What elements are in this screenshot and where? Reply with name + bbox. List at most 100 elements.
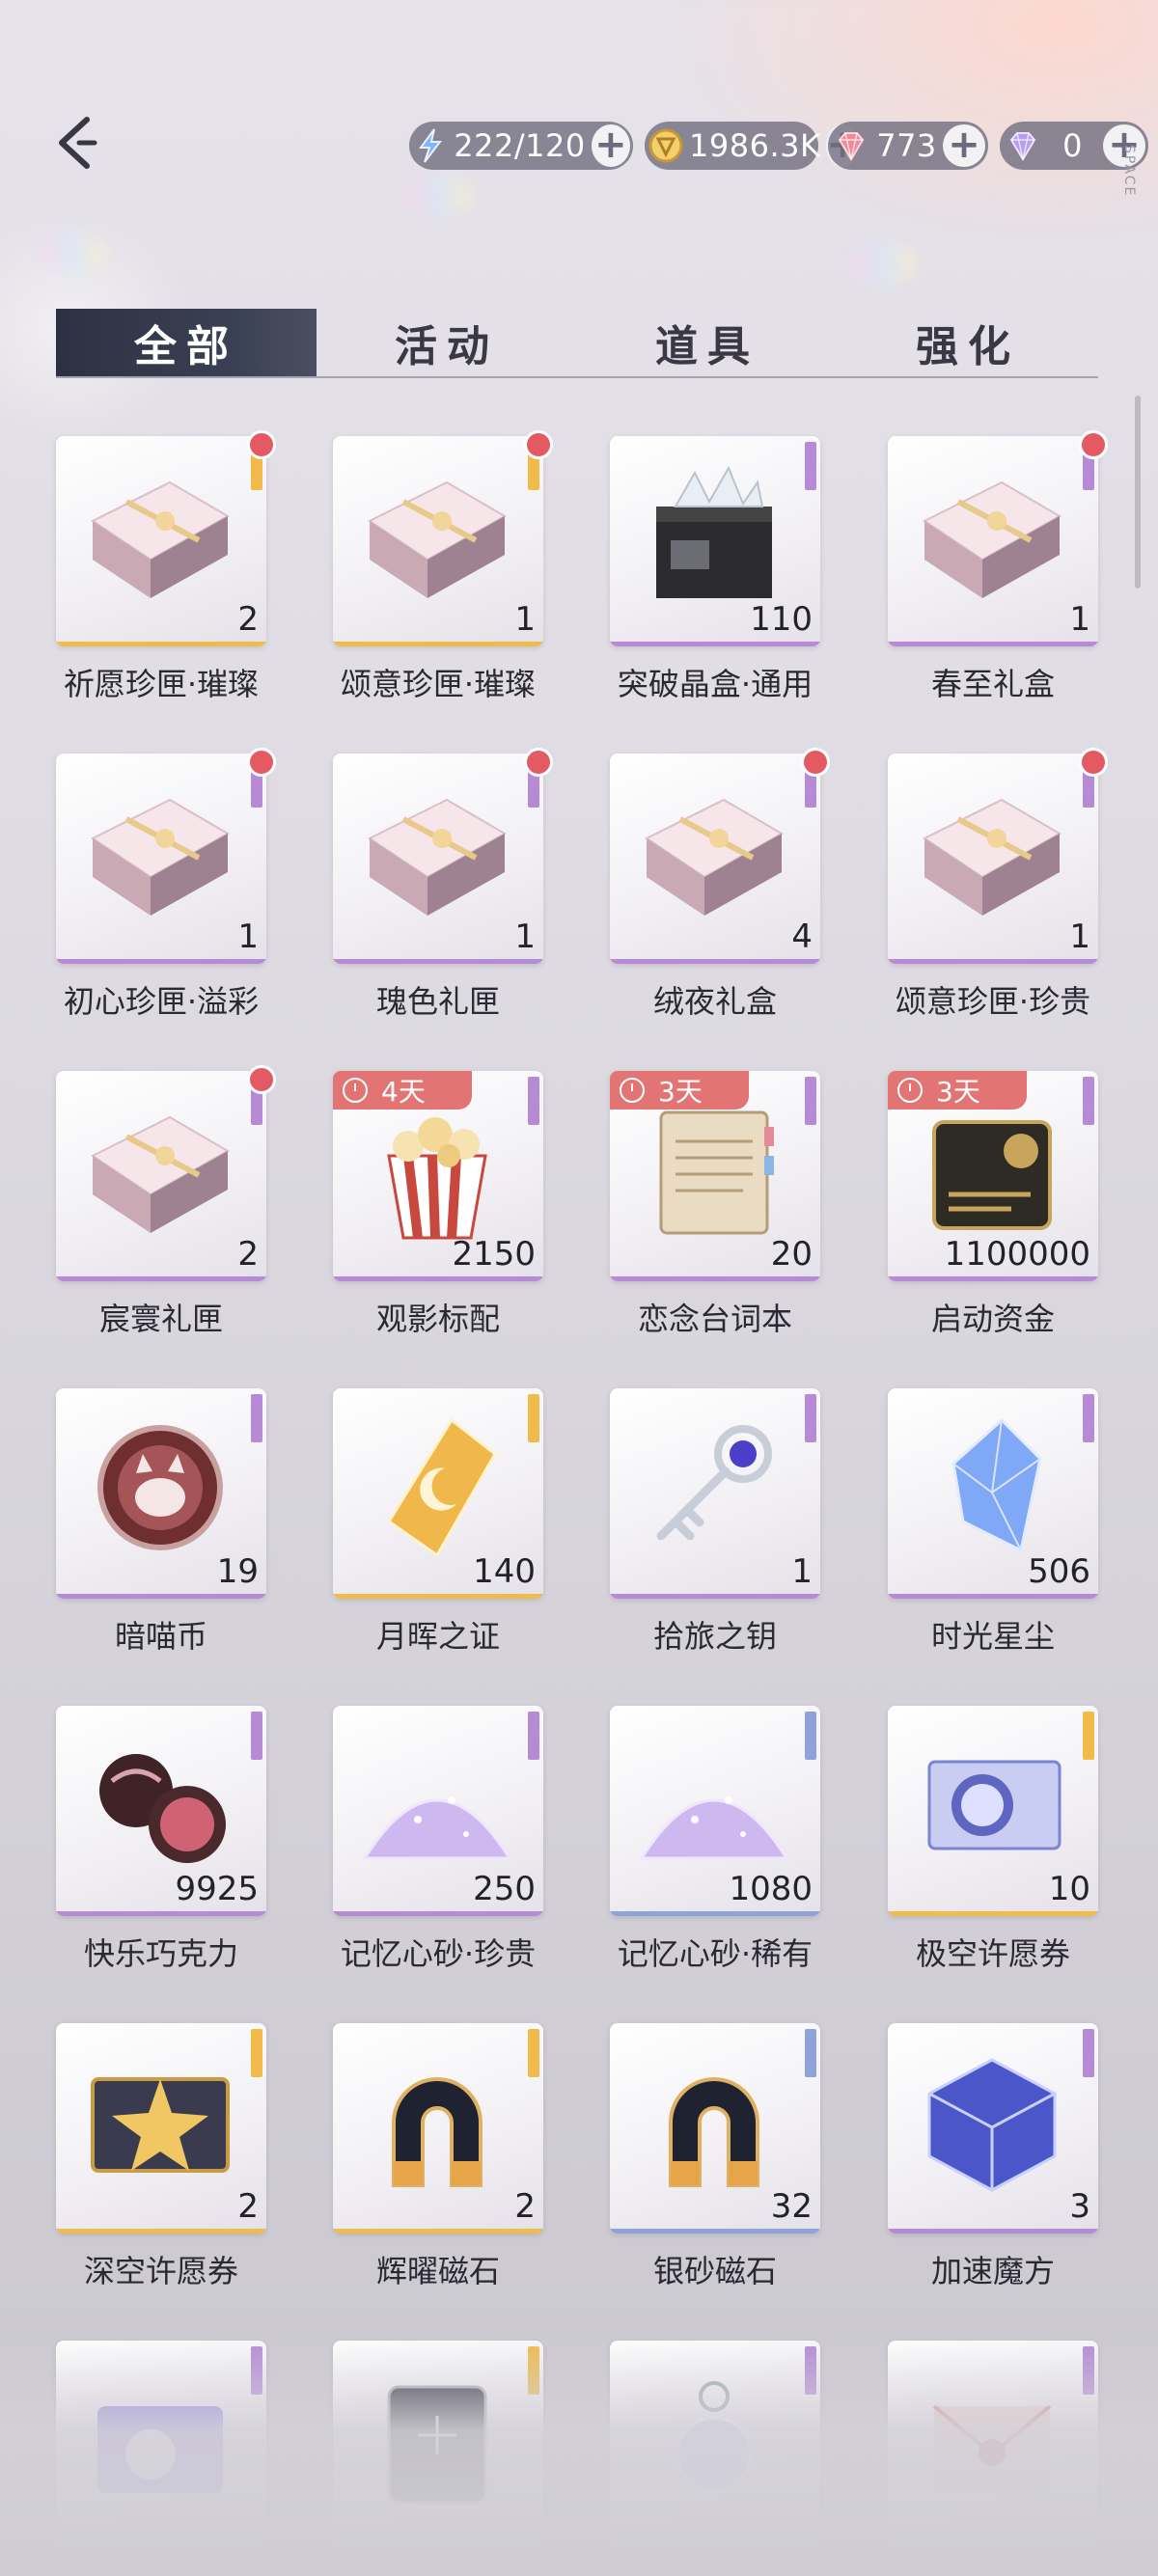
item-card[interactable]: 110: [610, 436, 820, 646]
item-card[interactable]: 9925: [56, 1706, 266, 1916]
script-book-icon: [637, 1098, 791, 1243]
new-notification-dot: [247, 748, 276, 777]
item-card[interactable]: 4: [610, 754, 820, 964]
cat-coin-icon: [83, 1415, 237, 1560]
item-name: 拾旅之钥: [652, 1618, 777, 1655]
star-ticket-icon: [83, 2050, 237, 2195]
purple-diamond-icon: [1002, 124, 1044, 167]
expiry-timer-badge: 3天: [610, 1071, 749, 1110]
gift-box-icon: [360, 781, 514, 925]
rarity-tag: [805, 1394, 816, 1442]
resource-pill: 1986.3K+: [645, 122, 859, 170]
rarity-tag: [1083, 2029, 1094, 2077]
popcorn-icon: [360, 1098, 514, 1243]
timer-label: 3天: [658, 1076, 703, 1108]
add-resource-button[interactable]: +: [591, 124, 630, 167]
rarity-bar: [610, 1911, 820, 1916]
item-quantity: 19: [216, 1552, 259, 1591]
rarity-tag: [528, 2029, 539, 2077]
item-card[interactable]: 1: [888, 436, 1098, 646]
resource-value: 0: [1062, 127, 1083, 164]
new-notification-dot: [1079, 748, 1108, 777]
item-card[interactable]: 1100000 3天: [888, 1071, 1098, 1281]
gold-coin-icon: [647, 124, 685, 167]
item-name: 记忆心砂·稀有: [617, 1935, 813, 1972]
item-card[interactable]: 1080: [610, 1706, 820, 1916]
item-quantity: 110: [750, 600, 813, 639]
rarity-bar: [610, 1276, 820, 1281]
rarity-tag: [805, 2029, 816, 2077]
item-name: 观影标配: [375, 1301, 500, 1337]
item-name: 宸寰礼匣: [98, 1301, 223, 1337]
item-name: 深空许愿券: [83, 2253, 238, 2289]
rarity-tag: [528, 1077, 539, 1125]
rarity-bar: [610, 642, 820, 646]
item-card[interactable]: 250: [333, 1706, 543, 1916]
rarity-bar: [333, 1594, 543, 1599]
item-name: 加速魔方: [930, 2253, 1055, 2289]
red-diamond-icon: [830, 124, 872, 167]
item-card[interactable]: 19: [56, 1388, 266, 1599]
rarity-bar: [333, 642, 543, 646]
rarity-bar: [56, 1276, 266, 1281]
rarity-bar: [888, 1594, 1098, 1599]
magnet-icon: [360, 2050, 514, 2195]
rarity-tag: [528, 1394, 539, 1442]
item-card[interactable]: 2: [56, 2023, 266, 2233]
rarity-tag: [1083, 1712, 1094, 1760]
item-name: 绒夜礼盒: [652, 983, 777, 1020]
item-name: 月晖之证: [375, 1618, 500, 1655]
item-card[interactable]: 1: [610, 1388, 820, 1599]
tab-enhance[interactable]: 强化: [838, 309, 1098, 376]
scrollbar[interactable]: [1135, 396, 1141, 589]
timer-label: 4天: [381, 1076, 426, 1108]
money-card-icon: [915, 1098, 1069, 1243]
item-card[interactable]: 32: [610, 2023, 820, 2233]
item-quantity: 2: [514, 2187, 536, 2226]
rarity-tag: [805, 1077, 816, 1125]
item-quantity: 1080: [729, 1870, 813, 1908]
resource-value: 773: [876, 127, 937, 164]
item-name: 瑰色礼匣: [375, 983, 500, 1020]
item-card[interactable]: 10: [888, 1706, 1098, 1916]
item-card[interactable]: 506: [888, 1388, 1098, 1599]
item-card[interactable]: 2150 4天: [333, 1071, 543, 1281]
new-notification-dot: [801, 748, 830, 777]
item-card[interactable]: 1: [56, 754, 266, 964]
stamina-icon: [411, 124, 450, 167]
item-card[interactable]: 20 3天: [610, 1071, 820, 1281]
item-quantity: 1: [237, 918, 259, 956]
crystal-box-icon: [637, 463, 791, 608]
gift-box-icon: [637, 781, 791, 925]
item-name: 辉曜磁石: [375, 2253, 500, 2289]
expiry-timer-badge: 4天: [333, 1071, 472, 1110]
clock-icon: [620, 1078, 645, 1103]
item-name: 时光星尘: [930, 1618, 1055, 1655]
item-card[interactable]: 1: [333, 754, 543, 964]
item-card[interactable]: 140: [333, 1388, 543, 1599]
category-tabs: 全部 活动 道具 强化: [56, 309, 1098, 378]
item-card[interactable]: 2: [56, 1071, 266, 1281]
item-card[interactable]: 1: [333, 436, 543, 646]
brand-vertical-text: SPACE: [1121, 145, 1137, 198]
item-name: 极空许愿券: [915, 1935, 1070, 1972]
tab-props[interactable]: 道具: [577, 309, 838, 376]
rarity-bar: [888, 1276, 1098, 1281]
add-resource-button[interactable]: +: [943, 124, 985, 167]
item-card[interactable]: 2: [333, 2023, 543, 2233]
new-notification-dot: [524, 430, 553, 459]
tab-activity[interactable]: 活动: [317, 309, 577, 376]
item-quantity: 1: [514, 918, 536, 956]
item-name: 春至礼盒: [930, 666, 1055, 702]
new-notification-dot: [247, 1065, 276, 1094]
back-button[interactable]: [50, 114, 100, 172]
gift-box-icon: [83, 1098, 237, 1243]
ticket-icon: [915, 1733, 1069, 1877]
item-name: 记忆心砂·珍贵: [340, 1935, 537, 1972]
rarity-bar: [610, 1594, 820, 1599]
item-card[interactable]: 2: [56, 436, 266, 646]
item-card[interactable]: 3: [888, 2023, 1098, 2233]
item-card[interactable]: 1: [888, 754, 1098, 964]
tab-all[interactable]: 全部: [56, 309, 317, 376]
item-quantity: 1: [1069, 600, 1090, 639]
